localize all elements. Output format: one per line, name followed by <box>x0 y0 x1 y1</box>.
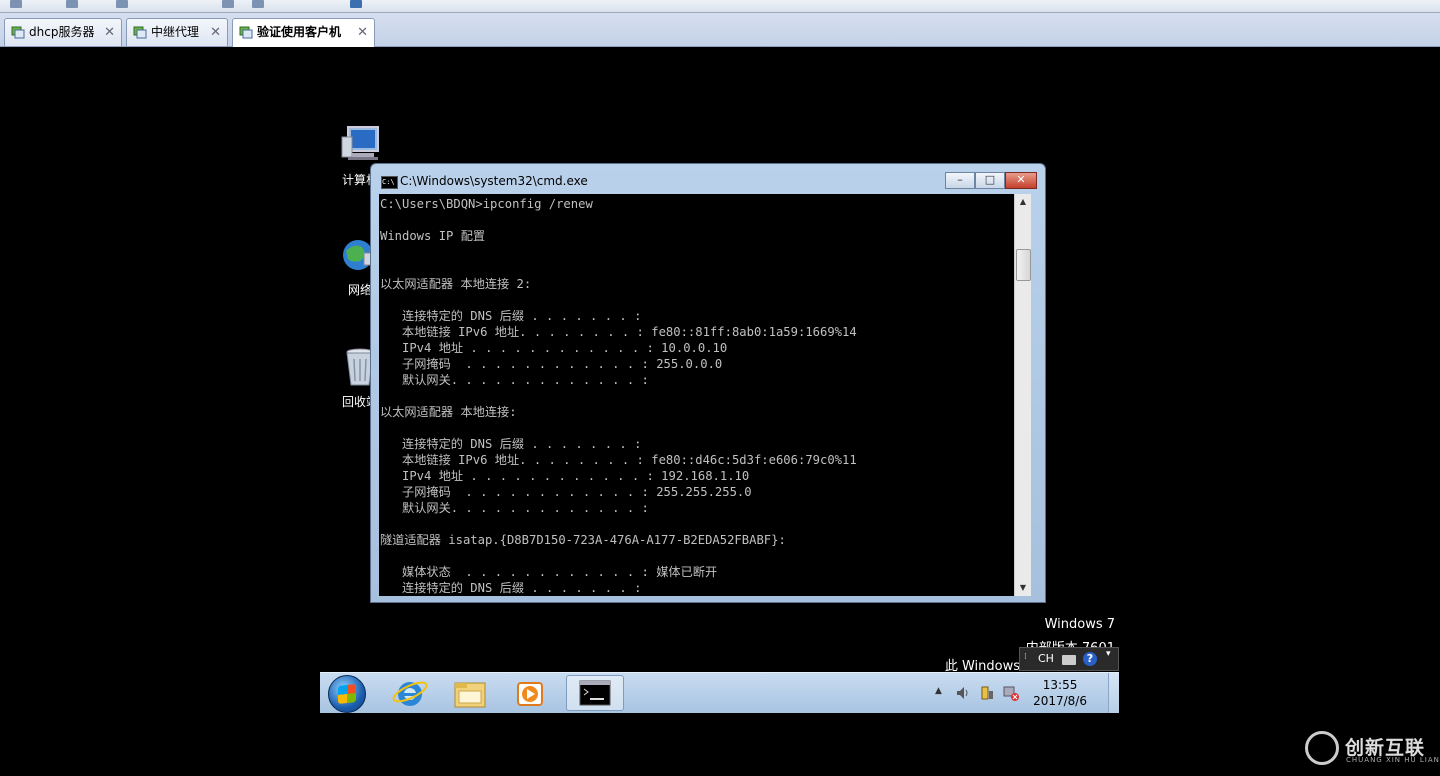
scroll-down-arrow-icon[interactable]: ▼ <box>1015 580 1031 596</box>
tab-dhcp-server[interactable]: dhcp服务器 ✕ <box>4 18 122 46</box>
toolbar-button-icon[interactable] <box>10 0 22 8</box>
language-bar[interactable]: ⁞ CH ? ▾ <box>1019 647 1119 671</box>
toolbar-button-icon[interactable] <box>252 0 264 8</box>
close-icon[interactable]: ✕ <box>357 19 368 46</box>
cmd-titlebar[interactable]: C:\ C:\Windows\system32\cmd.exe – □ ✕ <box>371 164 1045 194</box>
toolbar-button-icon[interactable] <box>116 0 128 8</box>
close-button[interactable]: ✕ <box>1005 172 1037 189</box>
grip-icon: ⁞ <box>1024 652 1027 662</box>
start-button[interactable] <box>328 675 366 713</box>
logo-subtitle: CHUANG XIN HU LIAN <box>1346 756 1440 764</box>
system-clock[interactable]: 13:55 2017/8/6 <box>1033 677 1087 709</box>
computer-icon <box>341 126 379 160</box>
windows-logo-icon <box>338 684 356 704</box>
windows-explorer-icon <box>454 682 486 708</box>
taskbar-ie[interactable] <box>384 675 436 711</box>
clock-date: 2017/8/6 <box>1033 694 1087 708</box>
watermark-windows-version: Windows 7 <box>1044 617 1115 632</box>
notification-area: ▲ 13:55 2017/8/6 <box>919 673 1109 713</box>
tab-label: 中继代理 <box>151 25 200 39</box>
langbar-options-icon[interactable]: ▾ <box>1106 649 1111 659</box>
maximize-button[interactable]: □ <box>975 172 1005 189</box>
vm-icon <box>11 26 25 39</box>
vm-icon <box>133 26 147 39</box>
cmd-icon: C:\ <box>381 176 398 189</box>
keyboard-icon[interactable] <box>1062 655 1076 665</box>
volume-icon[interactable] <box>955 685 971 701</box>
vmware-toolbar <box>0 0 1440 13</box>
taskbar: ▲ 13:55 2017/8/6 <box>320 672 1119 713</box>
taskbar-explorer[interactable] <box>444 675 496 711</box>
minimize-button[interactable]: – <box>945 172 975 189</box>
toolbar-button-icon[interactable] <box>222 0 234 8</box>
action-center-icon[interactable] <box>979 685 995 701</box>
window-controls: – □ ✕ <box>945 172 1037 190</box>
console-output[interactable]: C:\Users\BDQN>ipconfig /renew Windows IP… <box>379 194 1031 596</box>
vertical-scrollbar[interactable]: ▲ ▼ <box>1014 194 1031 596</box>
vm-icon <box>239 26 253 39</box>
scrollbar-thumb[interactable] <box>1016 249 1031 281</box>
language-indicator[interactable]: CH <box>1038 652 1054 665</box>
taskbar-media-player[interactable] <box>504 675 556 711</box>
tab-relay-agent[interactable]: 中继代理 ✕ <box>126 18 228 46</box>
media-player-icon <box>517 682 543 706</box>
vm-tab-bar: dhcp服务器 ✕ 中继代理 ✕ 验证使用客户机 ✕ <box>0 13 1440 47</box>
cmd-window[interactable]: C:\ C:\Windows\system32\cmd.exe – □ ✕ C:… <box>370 163 1046 603</box>
cmd-icon <box>579 680 611 706</box>
console-text: C:\Users\BDQN>ipconfig /renew Windows IP… <box>380 197 857 595</box>
tab-label: 验证使用客户机 <box>257 25 342 39</box>
close-icon[interactable]: ✕ <box>210 19 221 46</box>
internet-explorer-icon <box>392 681 428 706</box>
toolbar-button-icon[interactable] <box>350 0 362 8</box>
network-disconnected-icon[interactable] <box>1003 685 1019 701</box>
clock-time: 13:55 <box>1042 678 1078 692</box>
toolbar-button-icon[interactable] <box>66 0 78 8</box>
tab-label: dhcp服务器 <box>29 25 95 39</box>
tab-verify-client[interactable]: 验证使用客户机 ✕ <box>232 18 375 47</box>
close-icon[interactable]: ✕ <box>104 19 115 46</box>
help-icon[interactable]: ? <box>1083 652 1097 666</box>
taskbar-cmd[interactable] <box>566 675 624 711</box>
site-logo: 创新互联 CHUANG XIN HU LIAN <box>1305 731 1439 769</box>
show-hidden-icons-icon[interactable]: ▲ <box>935 686 942 696</box>
window-title: C:\Windows\system32\cmd.exe <box>400 174 588 188</box>
logo-mark-icon <box>1305 731 1339 765</box>
scroll-up-arrow-icon[interactable]: ▲ <box>1015 194 1031 210</box>
show-desktop-button[interactable] <box>1108 673 1119 713</box>
